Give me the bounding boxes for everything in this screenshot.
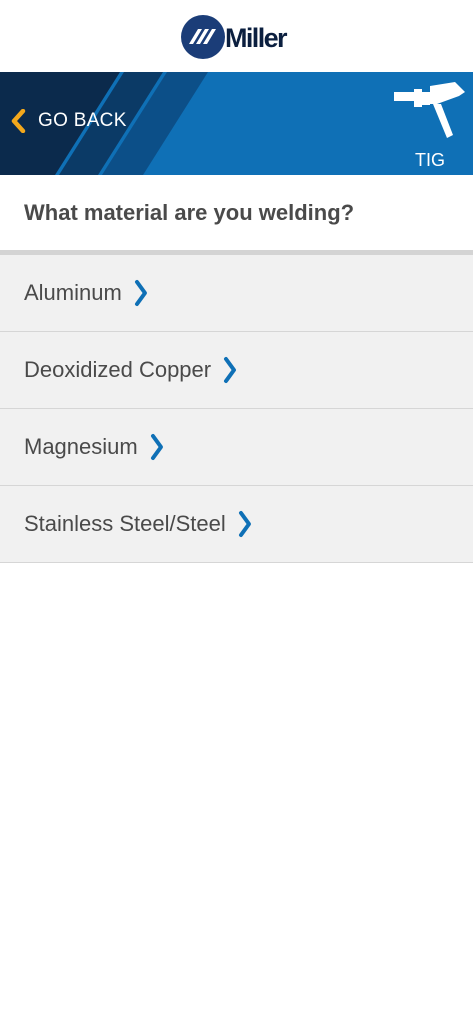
material-option-aluminum[interactable]: Aluminum (0, 255, 473, 332)
material-label: Deoxidized Copper (24, 357, 212, 382)
chevron-right-icon (224, 357, 237, 383)
screen: Miller GO BACK TIG What material are you… (0, 0, 473, 1024)
material-label: Stainless Steel/Steel (24, 511, 226, 536)
material-option-stainless-steel[interactable]: Stainless Steel/Steel (0, 486, 473, 563)
material-option-deoxidized-copper[interactable]: Deoxidized Copper (0, 332, 473, 409)
material-label: Magnesium (24, 434, 138, 459)
material-list: Aluminum Deoxidized Copper Magnesium Sta… (0, 255, 473, 563)
logo-bar: Miller (0, 0, 473, 72)
material-option-magnesium[interactable]: Magnesium (0, 409, 473, 486)
material-label: Aluminum (24, 280, 122, 305)
miller-logo: Miller (181, 14, 299, 60)
process-label: TIG (415, 150, 445, 170)
miller-logo-text: Miller (225, 23, 288, 53)
question-section: What material are you welding? (0, 175, 473, 252)
chevron-right-icon (150, 434, 163, 460)
question-title: What material are you welding? (24, 200, 355, 225)
miller-logo-icon (181, 15, 225, 59)
go-back-button[interactable]: GO BACK (10, 106, 127, 136)
header-banner: GO BACK TIG (0, 72, 473, 175)
chevron-right-icon (134, 280, 147, 306)
tig-torch-icon (394, 82, 465, 138)
chevron-left-icon (11, 109, 26, 133)
process-indicator: TIG (393, 80, 467, 172)
go-back-label: GO BACK (38, 110, 127, 131)
chevron-right-icon (238, 511, 251, 537)
